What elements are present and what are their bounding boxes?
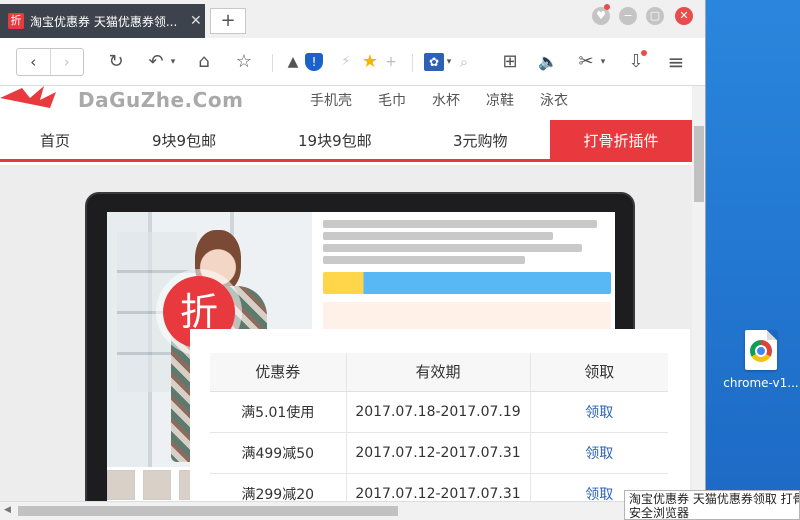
blurred-line — [323, 220, 597, 228]
keyword-link[interactable]: 泳衣 — [540, 90, 568, 110]
nav-19-9[interactable]: 19块9包邮 — [298, 120, 372, 162]
coupon-panel: 优惠券 有效期 领取 满5.01使用 2017.07.18-2017.07.19… — [190, 329, 690, 501]
tab-close-icon[interactable]: ✕ — [190, 13, 202, 29]
coupon-condition: 满299减20 — [210, 473, 346, 501]
tooltip-line: 淘宝优惠券 天猫优惠券领取 打骨 — [629, 492, 800, 506]
search-icon[interactable]: ⌕ — [455, 51, 473, 73]
column-header: 优惠券 — [210, 353, 346, 392]
apps-icon[interactable]: ⊞ — [498, 51, 522, 73]
favicon-icon: 折 — [8, 13, 24, 29]
table-row: 满5.01使用 2017.07.18-2017.07.19 领取 — [210, 391, 668, 433]
tab-bar: 折 淘宝优惠券 天猫优惠券领... ✕ + ♥ − ▢ ✕ — [0, 0, 705, 38]
coupon-period: 2017.07.18-2017.07.19 — [345, 391, 530, 433]
tab-active[interactable]: 折 淘宝优惠券 天猫优惠券领... ✕ — [0, 4, 205, 38]
nav-button-group: ‹ › — [16, 48, 84, 76]
thumbnail — [107, 470, 135, 500]
keyword-link[interactable]: 水杯 — [432, 90, 460, 110]
keyword-link[interactable]: 毛巾 — [378, 90, 406, 110]
menu-icon[interactable]: ≡ — [664, 51, 688, 73]
desktop-icon-chrome-installer[interactable]: chrome-v1... — [722, 330, 800, 390]
desktop-icon-label: chrome-v1... — [723, 376, 799, 390]
tab-title: 淘宝优惠券 天猫优惠券领... — [30, 14, 178, 29]
thumbnail — [143, 470, 171, 500]
horizontal-scrollbar[interactable]: ◀ — [0, 501, 705, 520]
toolbar-separator — [412, 54, 413, 72]
undo-dropdown-icon[interactable]: ▾ — [168, 51, 178, 73]
toolbar-separator — [272, 54, 273, 72]
search-engine-dropdown-icon[interactable]: ▾ — [444, 51, 454, 73]
file-icon — [745, 330, 777, 370]
coupon-condition: 满499减50 — [210, 432, 346, 474]
rocket-icon[interactable]: ▲ — [284, 51, 302, 73]
plugin-showcase: 折 优惠券 有效期 领取 满5.01使用 2017.07.18-2017.07.… — [0, 165, 692, 501]
column-header: 领取 — [529, 353, 668, 392]
cut-dropdown-icon[interactable]: ▾ — [598, 51, 608, 73]
status-tooltip: 淘宝优惠券 天猫优惠券领取 打骨 安全浏览器 — [624, 490, 800, 520]
site-header: DaGuZhe.Com 手机壳 毛巾 水杯 凉鞋 泳衣 — [0, 86, 692, 120]
blurred-line — [323, 244, 583, 252]
notification-dot — [604, 4, 610, 10]
claim-link[interactable]: 领取 — [529, 432, 668, 474]
column-header: 有效期 — [345, 353, 530, 392]
minimize-button[interactable]: − — [619, 7, 637, 25]
blurred-banner — [323, 272, 611, 294]
nav-plugin[interactable]: 打骨折插件 — [550, 120, 692, 162]
coupon-table: 优惠券 有效期 领取 满5.01使用 2017.07.18-2017.07.19… — [210, 353, 668, 501]
reload-icon[interactable]: ↻ — [104, 51, 128, 73]
chrome-logo-icon — [750, 340, 772, 362]
keyword-link[interactable]: 凉鞋 — [486, 90, 514, 110]
web-page: DaGuZhe.Com 手机壳 毛巾 水杯 凉鞋 泳衣 首页 9块9包邮 19块… — [0, 86, 692, 501]
main-nav: 首页 9块9包邮 19块9包邮 3元购物 打骨折插件 — [0, 120, 692, 162]
table-row: 满299减20 2017.07.12-2017.07.31 领取 — [210, 473, 668, 501]
shield-icon[interactable]: ! — [305, 53, 323, 71]
maximize-button[interactable]: ▢ — [646, 7, 664, 25]
nav-9-9[interactable]: 9块9包邮 — [152, 120, 216, 162]
back-button[interactable]: ‹ — [17, 49, 50, 75]
close-window-button[interactable]: ✕ — [675, 7, 693, 25]
home-icon[interactable]: ⌂ — [192, 51, 216, 73]
scroll-left-icon[interactable]: ◀ — [4, 505, 11, 515]
sound-icon[interactable]: 🔈 — [536, 51, 560, 73]
forward-button[interactable]: › — [49, 49, 84, 75]
keyword-link[interactable]: 手机壳 — [310, 90, 352, 110]
horizontal-scroll-thumb[interactable] — [18, 506, 398, 516]
undo-icon[interactable]: ↶ — [144, 51, 168, 73]
tooltip-line: 安全浏览器 — [629, 506, 690, 520]
new-tab-button[interactable]: + — [210, 8, 246, 34]
flash-icon[interactable]: ⚡ — [338, 51, 354, 73]
nav-3-yuan[interactable]: 3元购物 — [453, 120, 508, 162]
download-notification-dot — [641, 50, 647, 56]
table-row: 满499减50 2017.07.12-2017.07.31 领取 — [210, 432, 668, 474]
bookmark-icon[interactable]: ☆ — [232, 51, 256, 73]
plus-icon[interactable]: + — [384, 51, 398, 73]
coupon-period: 2017.07.12-2017.07.31 — [345, 473, 530, 501]
site-logo-icon[interactable] — [0, 86, 70, 110]
browser-window: 折 淘宝优惠券 天猫优惠券领... ✕ + ♥ − ▢ ✕ ‹ › ↻ ↶ ▾ … — [0, 0, 706, 520]
claim-link[interactable]: 领取 — [529, 391, 668, 433]
blurred-line — [323, 256, 525, 264]
hot-keywords: 手机壳 毛巾 水杯 凉鞋 泳衣 — [310, 90, 568, 110]
screenshot-cut-icon[interactable]: ✂ — [574, 51, 598, 73]
blurred-line — [323, 232, 554, 240]
search-engine-icon[interactable]: ✿ — [424, 53, 444, 71]
browser-toolbar: ‹ › ↻ ↶ ▾ ⌂ ☆ ▲ ! ⚡ ★ + ✿ ▾ ⌕ ⊞ 🔈 ✂ ▾ ⇩ … — [0, 38, 705, 86]
vertical-scrollbar[interactable] — [692, 86, 705, 501]
star-icon[interactable]: ★ — [360, 51, 380, 73]
coupon-period: 2017.07.12-2017.07.31 — [345, 432, 530, 474]
site-logo-text[interactable]: DaGuZhe.Com — [78, 88, 243, 112]
vertical-scroll-thumb[interactable] — [694, 126, 704, 202]
nav-home[interactable]: 首页 — [40, 120, 70, 162]
coupon-condition: 满5.01使用 — [210, 391, 346, 433]
